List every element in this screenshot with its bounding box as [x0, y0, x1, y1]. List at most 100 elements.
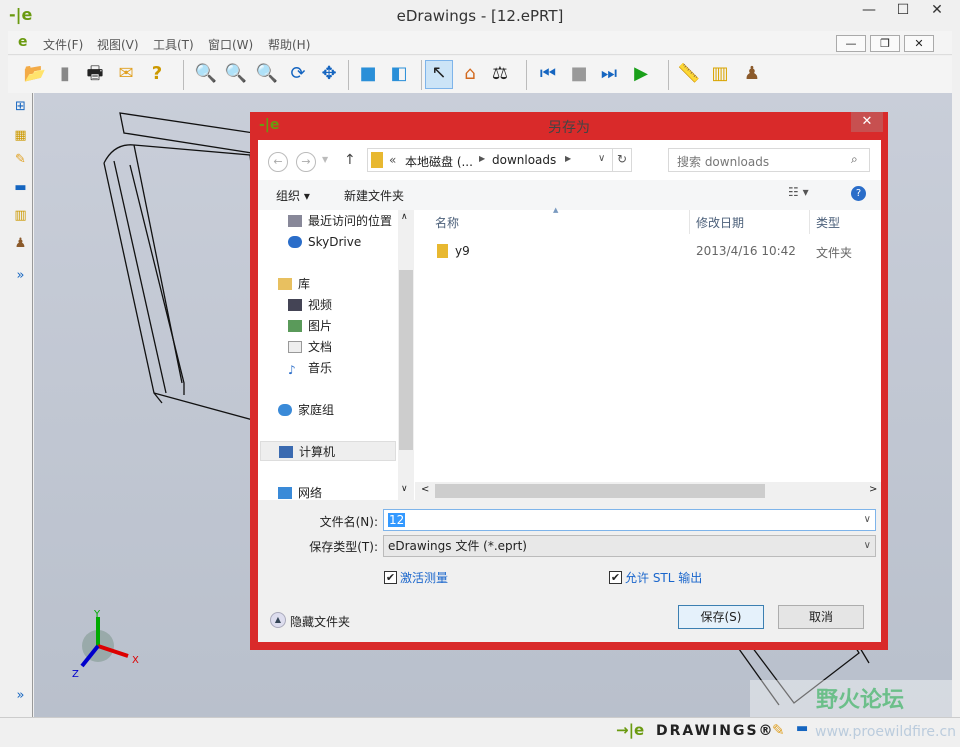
file-row[interactable]: y9 2013/4/16 10:42 文件夹: [415, 240, 881, 262]
help-icon[interactable]: ?: [145, 62, 169, 86]
shaded-icon[interactable]: ■: [356, 62, 380, 86]
markup-pencil-icon[interactable]: ✎: [10, 149, 31, 170]
stamp-icon[interactable]: ♟: [10, 233, 31, 254]
pan-icon[interactable]: ✥: [317, 62, 341, 86]
allow-stl-checkbox[interactable]: ✔: [609, 571, 622, 584]
section-icon[interactable]: ▥: [708, 62, 732, 86]
menu-tools[interactable]: 工具(T): [153, 36, 194, 53]
column-type[interactable]: 类型: [816, 214, 840, 231]
nav-computer[interactable]: 计算机: [260, 441, 396, 461]
nav-music[interactable]: ♪ 音乐: [288, 358, 332, 378]
filename-input[interactable]: 12 ∨: [383, 509, 876, 531]
tree-icon[interactable]: ⊞: [10, 96, 31, 117]
expand-bottom-icon[interactable]: »: [10, 685, 31, 706]
play-icon[interactable]: ▶: [629, 62, 653, 86]
menu-file[interactable]: 文件(F): [43, 36, 83, 53]
minimize-button[interactable]: —: [852, 0, 886, 22]
mdi-restore-button[interactable]: ❐: [870, 35, 900, 52]
home-icon[interactable]: ⌂: [458, 62, 482, 86]
open-icon[interactable]: 📂: [23, 62, 47, 86]
pencil-icon[interactable]: ✎: [772, 721, 785, 739]
recent-dropdown-icon[interactable]: ▼: [322, 155, 328, 164]
scroll-right-icon[interactable]: >: [869, 484, 877, 495]
breadcrumb-downloads[interactable]: downloads: [492, 153, 556, 167]
address-dropdown-icon[interactable]: ∨: [598, 153, 605, 164]
activate-measure-checkbox[interactable]: ✔: [384, 571, 397, 584]
sheet-icon[interactable]: ▦: [10, 125, 31, 146]
watermark: 野火论坛: [750, 680, 952, 717]
hide-folders-button[interactable]: 隐藏文件夹: [290, 613, 350, 630]
measure-icon[interactable]: ⚖: [488, 62, 512, 86]
refresh-icon[interactable]: ↻: [617, 152, 627, 166]
scroll-up-icon[interactable]: ∧: [401, 212, 408, 222]
search-box[interactable]: 搜索 downloads ⌕: [668, 148, 870, 172]
previous-icon[interactable]: ⏮: [536, 62, 560, 86]
scroll-thumb[interactable]: [399, 270, 413, 450]
print-icon[interactable]: 🖶: [83, 62, 107, 86]
view-options-icon[interactable]: ☷ ▾: [788, 185, 809, 199]
select-icon[interactable]: ↖: [425, 60, 453, 89]
watermark-url: www.proewildfire.cn: [815, 724, 957, 740]
scroll-left-icon[interactable]: <: [421, 484, 429, 495]
measure-tape-icon[interactable]: 📏: [677, 62, 701, 86]
nav-documents[interactable]: 文档: [288, 337, 332, 357]
new-folder-button[interactable]: 新建文件夹: [344, 187, 404, 204]
filename-dropdown-icon[interactable]: ∨: [864, 510, 871, 530]
command-bar: 组织 ▾ 新建文件夹 ☷ ▾ ?: [258, 180, 881, 210]
organize-button[interactable]: 组织 ▾: [276, 187, 310, 204]
nav-skydrive[interactable]: SkyDrive: [288, 232, 361, 252]
save-button[interactable]: 保存(S): [678, 605, 764, 629]
filetype-dropdown-icon[interactable]: ∨: [864, 536, 871, 556]
section-icon[interactable]: ▥: [10, 205, 31, 226]
scroll-thumb[interactable]: [435, 484, 765, 498]
measure-tape-icon[interactable]: ▬: [796, 721, 808, 736]
up-button[interactable]: ↑: [344, 152, 356, 168]
dialog-close-button[interactable]: ✕: [851, 112, 883, 132]
collapse-icon[interactable]: ▲: [270, 612, 286, 628]
breadcrumb-local-disk[interactable]: 本地磁盘 (...: [405, 153, 473, 170]
search-icon[interactable]: ⌕: [851, 152, 858, 167]
file-list-hscrollbar[interactable]: < >: [415, 482, 881, 500]
activate-measure-label[interactable]: 激活测量: [400, 569, 448, 586]
help-icon[interactable]: ?: [851, 186, 866, 201]
zoom-icon[interactable]: 🔍: [255, 62, 279, 86]
nav-recent[interactable]: 最近访问的位置: [288, 211, 392, 231]
next-icon[interactable]: ⏭: [597, 62, 621, 86]
dialog-title: 另存为: [548, 120, 590, 136]
stop-icon[interactable]: ■: [567, 62, 591, 86]
menu-window[interactable]: 窗口(W): [208, 36, 253, 53]
perspective-icon[interactable]: ◧: [387, 62, 411, 86]
expand-icon[interactable]: »: [10, 265, 31, 286]
breadcrumb-overflow[interactable]: «: [389, 153, 396, 167]
zoom-fit-icon[interactable]: 🔍: [194, 62, 218, 86]
measure-tape-icon[interactable]: ▬: [10, 177, 31, 198]
filename-label: 文件名(N):: [319, 515, 378, 529]
scroll-down-icon[interactable]: ∨: [401, 484, 408, 494]
cancel-button[interactable]: 取消: [778, 605, 864, 629]
window-title: eDrawings - [12.ePRT]: [396, 7, 564, 25]
back-button[interactable]: ←: [268, 152, 288, 172]
rotate-icon[interactable]: ⟳: [286, 62, 310, 86]
nav-pictures[interactable]: 图片: [288, 316, 332, 336]
mdi-minimize-button[interactable]: —: [836, 35, 866, 52]
mdi-close-button[interactable]: ✕: [904, 35, 934, 52]
column-name[interactable]: 名称: [435, 214, 459, 231]
nav-videos[interactable]: 视频: [288, 295, 332, 315]
zoom-area-icon[interactable]: 🔍: [224, 62, 248, 86]
filetype-select[interactable]: eDrawings 文件 (*.eprt) ∨: [383, 535, 876, 557]
nav-homegroup[interactable]: 家庭组: [278, 400, 334, 420]
allow-stl-label[interactable]: 允许 STL 输出: [625, 569, 702, 586]
menu-view[interactable]: 视图(V): [97, 36, 139, 53]
save-icon[interactable]: ▮: [53, 62, 77, 86]
stamp-icon[interactable]: ♟: [740, 62, 764, 86]
menu-help[interactable]: 帮助(H): [268, 36, 310, 53]
nav-scrollbar[interactable]: ∧ ∨: [398, 210, 414, 500]
address-bar[interactable]: « 本地磁盘 (... ▶ downloads ▶ ∨ ↻: [367, 148, 632, 172]
nav-libraries[interactable]: 库: [278, 274, 310, 294]
email-icon[interactable]: ✉: [114, 62, 138, 86]
forward-button[interactable]: →: [296, 152, 316, 172]
maximize-button[interactable]: ☐: [886, 0, 920, 22]
column-modified[interactable]: 修改日期: [696, 214, 744, 231]
close-button[interactable]: ✕: [920, 0, 954, 22]
watermark-text: 野火论坛: [816, 688, 905, 713]
